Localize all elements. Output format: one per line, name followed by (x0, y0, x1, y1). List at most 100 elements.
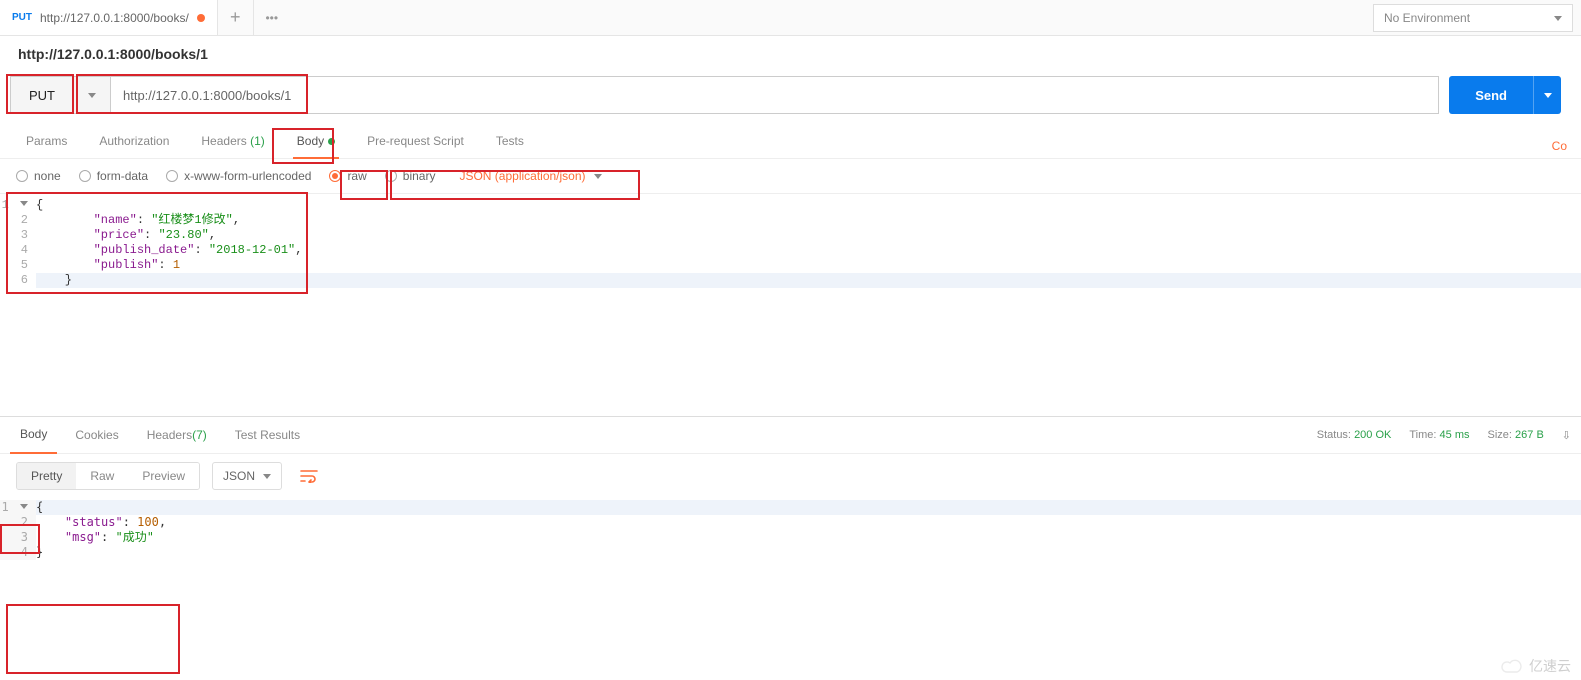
method-label: PUT (11, 88, 73, 103)
code-token: : (101, 530, 115, 544)
view-mode-segment: Pretty Raw Preview (16, 462, 200, 490)
response-tab-tests[interactable]: Test Results (225, 416, 310, 454)
body-type-none[interactable]: none (16, 169, 61, 183)
time-info: Time: 45 ms (1409, 429, 1469, 442)
send-options-button[interactable] (1533, 76, 1561, 114)
body-type-form-data[interactable]: form-data (79, 169, 148, 183)
code-token: "name" (94, 213, 137, 227)
chevron-down-icon (594, 174, 602, 179)
code-token: "publish_date" (94, 243, 195, 257)
method-caret[interactable] (73, 77, 110, 113)
response-format-dropdown[interactable]: JSON (212, 462, 282, 490)
url-row: PUT http://127.0.0.1:8000/books/1 Send (0, 70, 1581, 120)
view-raw[interactable]: Raw (76, 463, 128, 489)
code-token: : (137, 213, 151, 227)
body-type-form-data-label: form-data (97, 169, 148, 183)
code-token: , (159, 515, 166, 529)
line-gutter: 1 234 (0, 500, 36, 560)
code-line: } (36, 545, 43, 559)
watermark-text: 亿速云 (1529, 656, 1571, 676)
response-section-bar: Body Cookies Headers (7) Test Results St… (0, 416, 1581, 454)
tab-bar: PUT http://127.0.0.1:8000/books/ + ••• N… (0, 0, 1581, 36)
send-button-group: Send (1449, 76, 1561, 114)
line-gutter: 1 23456 (0, 198, 36, 412)
body-type-raw[interactable]: raw (329, 169, 366, 183)
chevron-down-icon (263, 474, 271, 479)
chevron-down-icon (88, 93, 96, 98)
unsaved-indicator-icon (197, 14, 205, 22)
response-headers-count: (7) (192, 428, 207, 442)
code-token: "publish" (94, 258, 159, 272)
code-token: 100 (137, 515, 159, 529)
body-type-selector: none form-data x-www-form-urlencoded raw… (0, 159, 1581, 194)
body-indicator-icon (328, 138, 335, 145)
response-headers-label: Headers (147, 428, 192, 442)
radio-icon (79, 170, 91, 182)
code-token: , (295, 243, 302, 257)
code-line: } (36, 273, 72, 287)
code-token: : (144, 228, 158, 242)
fold-icon (20, 201, 28, 209)
tab-prerequest[interactable]: Pre-request Script (351, 134, 480, 158)
environment-dropdown[interactable]: No Environment (1373, 4, 1573, 32)
wrap-lines-button[interactable] (296, 463, 322, 489)
new-tab-button[interactable]: + (218, 0, 254, 35)
radio-icon (16, 170, 28, 182)
tab-title: http://127.0.0.1:8000/books/ (40, 11, 189, 25)
code-token: "2018-12-01" (209, 243, 295, 257)
code-token: , (209, 228, 216, 242)
code-content[interactable]: { "status": 100, "msg": "成功" } (36, 500, 1581, 560)
status-info: Status: 200 OK (1317, 429, 1392, 442)
body-type-raw-label: raw (347, 169, 366, 183)
body-type-binary-label: binary (403, 169, 436, 183)
code-token: : (158, 258, 172, 272)
response-tab-body[interactable]: Body (10, 416, 57, 454)
tab-options-button[interactable]: ••• (254, 0, 290, 35)
tab-headers-label: Headers (201, 134, 246, 148)
body-type-binary[interactable]: binary (385, 169, 436, 183)
request-section-tabs: Params Authorization Headers (1) Body Pr… (0, 120, 1581, 159)
code-token: "status" (65, 515, 123, 529)
code-token: "成功" (115, 530, 153, 544)
tab-body[interactable]: Body (281, 134, 351, 158)
tab-body-label: Body (297, 134, 324, 148)
code-token: : (123, 515, 137, 529)
response-tab-headers[interactable]: Headers (7) (137, 416, 217, 454)
code-token: 1 (173, 258, 180, 272)
environment-label: No Environment (1384, 11, 1470, 25)
request-name: http://127.0.0.1:8000/books/1 (0, 36, 1581, 70)
tab-params[interactable]: Params (10, 134, 83, 158)
status-value: 200 OK (1354, 429, 1391, 441)
method-dropdown[interactable]: PUT (10, 76, 111, 114)
code-line: { (36, 198, 43, 212)
response-tabs: Body Cookies Headers (7) Test Results (10, 416, 310, 454)
format-label: JSON (223, 469, 255, 483)
url-input[interactable]: http://127.0.0.1:8000/books/1 (111, 76, 1439, 114)
time-label: Time: (1409, 429, 1436, 441)
cookies-link[interactable]: Co (1552, 139, 1571, 153)
size-label: Size: (1488, 429, 1512, 441)
content-type-dropdown[interactable]: JSON (application/json) (459, 169, 601, 183)
response-toolbar: Pretty Raw Preview JSON (0, 454, 1581, 498)
request-tab[interactable]: PUT http://127.0.0.1:8000/books/ (0, 0, 218, 35)
send-button[interactable]: Send (1449, 76, 1533, 114)
code-token: "msg" (65, 530, 101, 544)
radio-icon (329, 170, 341, 182)
view-preview[interactable]: Preview (128, 463, 199, 489)
response-tab-cookies[interactable]: Cookies (65, 416, 128, 454)
request-body-editor[interactable]: 1 23456 { "name": "红楼梦1修改", "price": "23… (0, 194, 1581, 412)
response-body-editor[interactable]: 1 234 { "status": 100, "msg": "成功" } (0, 498, 1581, 560)
fold-icon (20, 504, 28, 512)
download-icon[interactable]: ⇩ (1562, 429, 1571, 442)
tab-tests[interactable]: Tests (480, 134, 540, 158)
view-pretty[interactable]: Pretty (17, 463, 76, 489)
body-type-urlencoded[interactable]: x-www-form-urlencoded (166, 169, 311, 183)
tab-method-label: PUT (12, 12, 32, 23)
tab-authorization[interactable]: Authorization (83, 134, 185, 158)
code-content[interactable]: { "name": "红楼梦1修改", "price": "23.80", "p… (36, 198, 1581, 412)
body-type-urlencoded-label: x-www-form-urlencoded (184, 169, 311, 183)
tab-headers[interactable]: Headers (1) (185, 134, 280, 158)
code-token: "23.80" (158, 228, 208, 242)
content-type-label: JSON (application/json) (459, 169, 585, 183)
size-value: 267 B (1515, 429, 1544, 441)
